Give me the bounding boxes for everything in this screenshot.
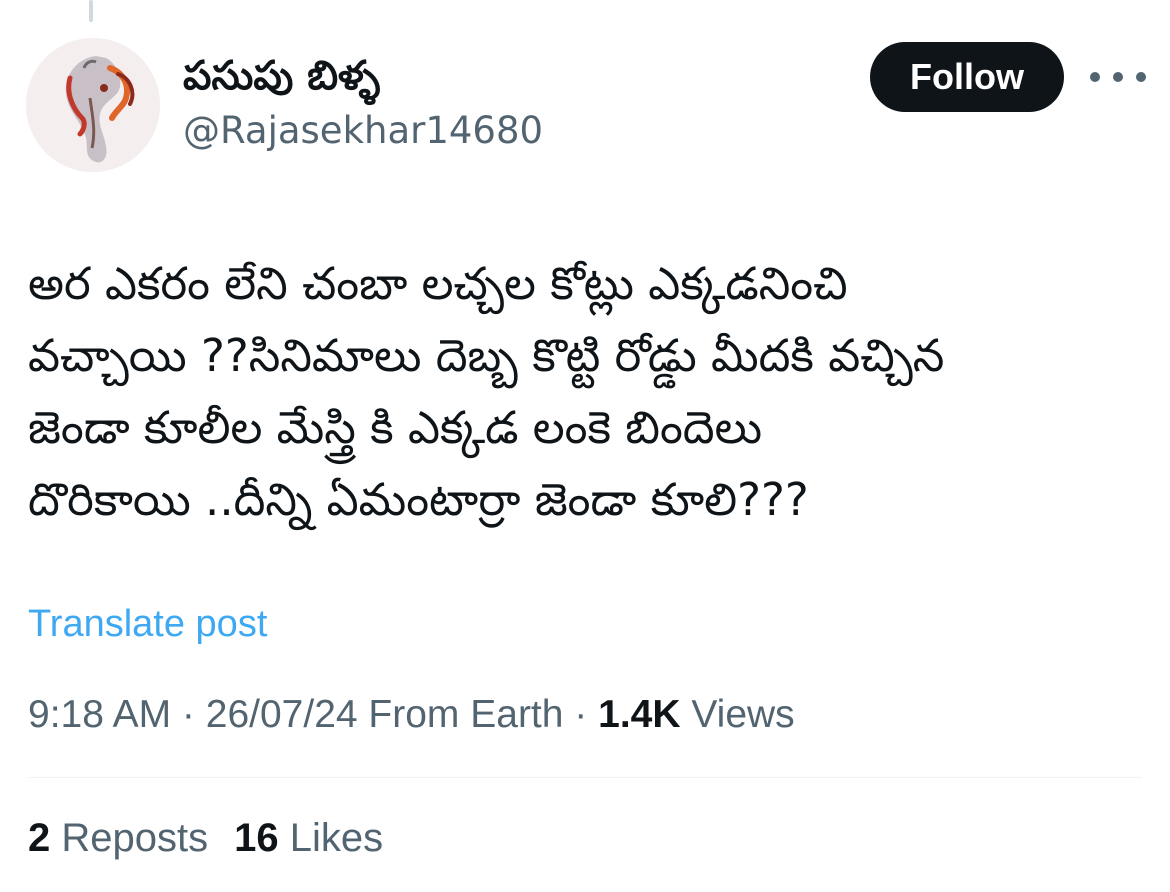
engagement-stats: 2 Reposts 16 Likes — [28, 812, 383, 864]
likes-label: Likes — [278, 816, 384, 860]
reposts-count: 2 — [28, 816, 51, 860]
post-metadata: 9:18 AM · 26/07/24 From Earth · 1.4K Vie… — [28, 690, 795, 740]
author-display-name[interactable]: పసుపు బిళ్ళ — [183, 52, 380, 100]
author-handle[interactable]: @Rajasekhar14680 — [183, 108, 543, 154]
follow-button[interactable]: Follow — [870, 42, 1064, 112]
post-date[interactable]: 26/07/24 — [206, 693, 358, 736]
more-dot — [1136, 72, 1146, 82]
reposts-stat[interactable]: 2 Reposts — [28, 816, 208, 860]
more-dot — [1090, 72, 1100, 82]
more-dots-icon[interactable] — [1090, 60, 1146, 94]
likes-stat[interactable]: 16 Likes — [234, 816, 383, 860]
views-label[interactable]: Views — [681, 693, 794, 736]
post-time[interactable]: 9:18 AM — [28, 693, 171, 736]
ganesha-avatar-icon — [26, 38, 160, 172]
author-avatar[interactable] — [26, 38, 160, 172]
post-text: అర ఎకరం లేని చంబా లచ్చల కోట్లు ఎక్కడనించ… — [28, 257, 945, 526]
meta-separator: · — [171, 693, 206, 736]
more-dot — [1113, 72, 1123, 82]
thread-connector-line — [89, 0, 93, 22]
divider — [28, 777, 1142, 778]
post-location: From Earth — [357, 693, 564, 736]
reposts-label: Reposts — [50, 816, 209, 860]
meta-separator: · — [563, 693, 599, 736]
likes-count: 16 — [234, 816, 279, 860]
translate-post-link[interactable]: Translate post — [28, 600, 267, 648]
views-count[interactable]: 1.4K — [598, 693, 680, 736]
